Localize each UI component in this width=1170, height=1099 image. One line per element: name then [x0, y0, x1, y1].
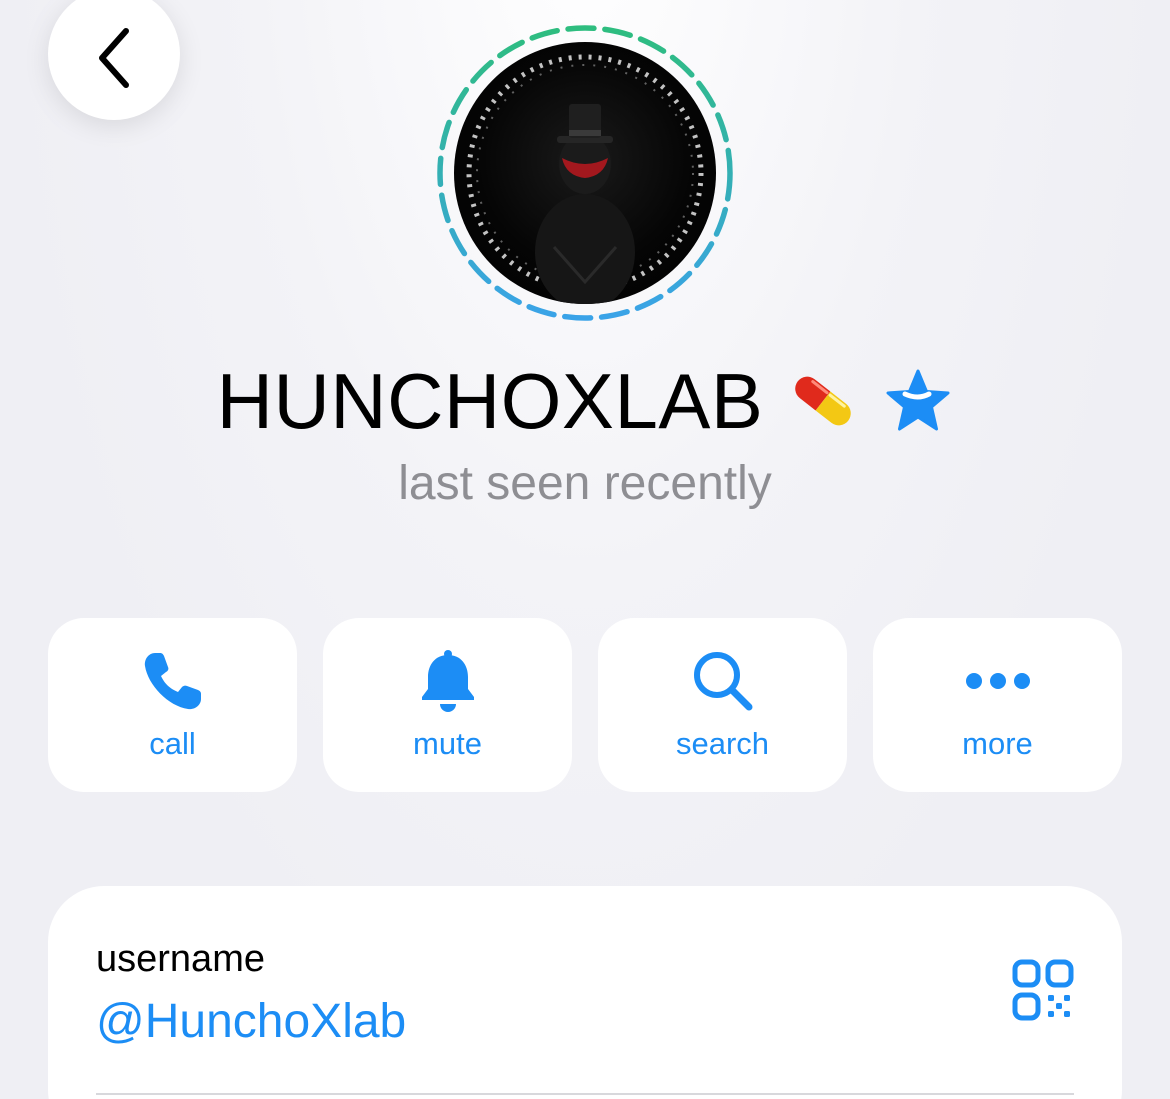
- call-label: call: [149, 726, 196, 761]
- call-button[interactable]: call: [48, 618, 297, 792]
- profile-avatar[interactable]: [434, 22, 736, 324]
- info-card: username @HunchoXlab: [48, 886, 1122, 1099]
- search-icon: [693, 652, 752, 711]
- premium-star-icon[interactable]: [883, 366, 953, 436]
- profile-name: HUNCHOXLAB: [216, 357, 764, 445]
- mute-label: mute: [413, 726, 482, 761]
- search-label: search: [675, 726, 770, 761]
- chevron-left-icon: [99, 28, 129, 88]
- more-button[interactable]: more: [873, 618, 1122, 792]
- username-value[interactable]: @HunchoXlab: [96, 994, 406, 1049]
- profile-name-row: HUNCHOXLAB: [0, 358, 1170, 444]
- profile-status: last seen recently: [398, 457, 772, 510]
- qr-code-icon[interactable]: [1012, 959, 1074, 1021]
- more-icon: [965, 673, 1030, 689]
- back-button[interactable]: [48, 0, 180, 120]
- search-button[interactable]: search: [598, 618, 847, 792]
- mute-button[interactable]: mute: [323, 618, 572, 792]
- action-bar: call mute search more: [48, 618, 1122, 792]
- phone-icon: [144, 653, 201, 710]
- avatar-image: [454, 42, 716, 304]
- bell-icon: [421, 650, 474, 712]
- divider: [96, 1093, 1074, 1095]
- profile-screen: HUNCHOXLAB last seen recently call mute …: [0, 0, 1170, 1099]
- more-label: more: [962, 726, 1033, 761]
- username-caption: username: [96, 938, 265, 980]
- pill-icon: [795, 376, 852, 426]
